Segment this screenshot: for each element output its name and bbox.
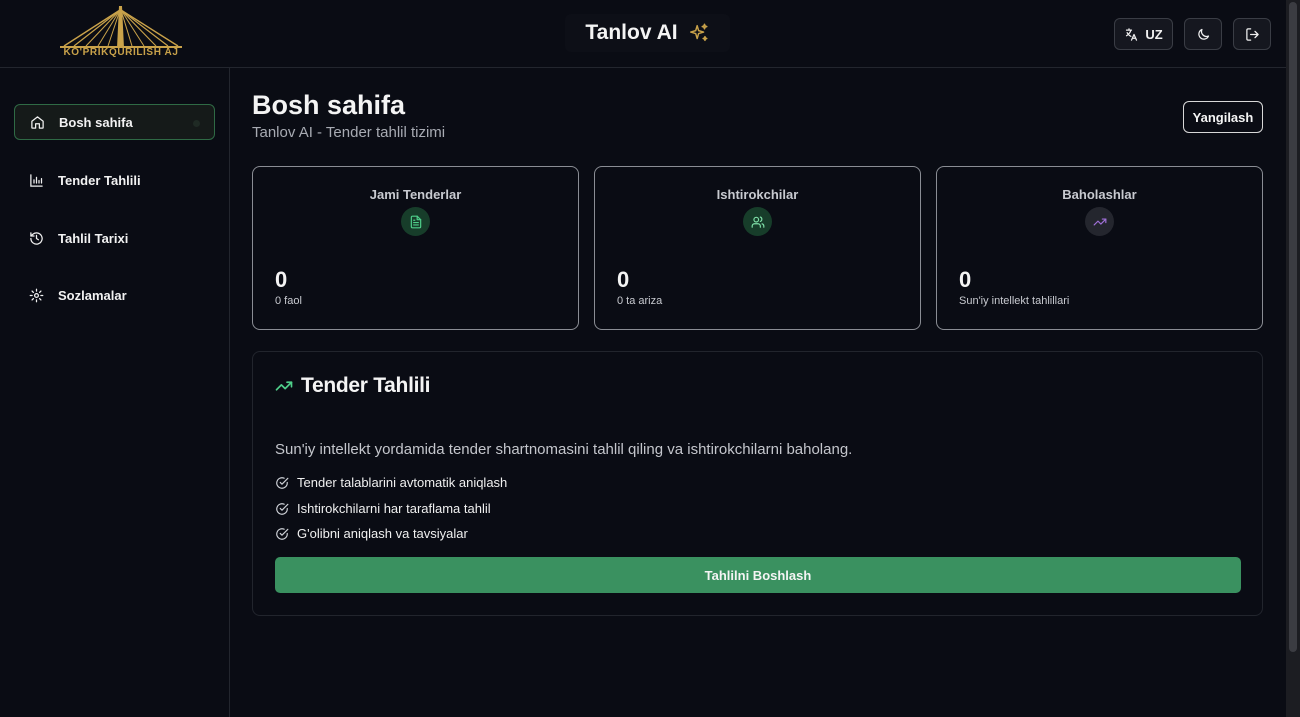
feature-label: G'olibni aniqlash va tavsiyalar [297, 526, 468, 541]
sidebar-item-label: Tahlil Tarixi [58, 230, 129, 246]
language-button[interactable]: UZ [1114, 18, 1173, 50]
tender-analysis-card: Tender Tahlili Sun'iy intellekt yordamid… [252, 351, 1263, 616]
check-circle-icon [276, 527, 289, 540]
feature-item: G'olibni aniqlash va tavsiyalar [275, 526, 468, 541]
bar-chart-icon [30, 173, 43, 187]
stat-card-participants: Ishtirokchilar 0 0 ta ariza [594, 166, 921, 330]
sparkles-icon [689, 23, 708, 42]
feature-label: Ishtirokchilarni har taraflama tahlil [297, 501, 491, 516]
page-scrollbar[interactable] [1286, 0, 1300, 717]
feature-item: Ishtirokchilarni har taraflama tahlil [275, 501, 491, 516]
sidebar-item-tender-analysis[interactable]: Tender Tahlili [14, 162, 215, 198]
users-icon [743, 207, 772, 236]
stat-subtext: 0 ta ariza [617, 295, 663, 307]
sidebar-item-settings[interactable]: Sozlamalar [14, 277, 215, 313]
stat-subtext: 0 faol [275, 295, 302, 307]
scrollbar-thumb[interactable] [1289, 2, 1297, 652]
bridge-logo-icon [60, 6, 182, 48]
refresh-button[interactable]: Yangilash [1183, 101, 1263, 133]
top-header: KO'PRIKQURILISH AJ Tanlov AI UZ [0, 0, 1286, 68]
stat-value: 0 [617, 267, 630, 292]
logout-button[interactable] [1233, 18, 1271, 50]
app-title: Tanlov AI [585, 21, 678, 44]
active-indicator-dot [193, 120, 200, 127]
moon-icon [1197, 28, 1209, 40]
app-title-group: Tanlov AI [565, 14, 730, 52]
home-icon [31, 115, 44, 129]
stat-value: 0 [959, 267, 972, 292]
logo-text: KO'PRIKQURILISH AJ [63, 47, 179, 58]
sidebar-item-label: Tender Tahlili [58, 172, 141, 188]
company-logo[interactable]: KO'PRIKQURILISH AJ [60, 4, 182, 62]
sidebar-item-history[interactable]: Tahlil Tarixi [14, 220, 215, 256]
stat-card-evaluations: Baholashlar 0 Sun'iy intellekt tahlillar… [936, 166, 1263, 330]
stat-value: 0 [275, 267, 288, 292]
analysis-description: Sun'iy intellekt yordamida tender shartn… [275, 441, 853, 458]
analysis-card-title: Tender Tahlili [301, 374, 431, 397]
stat-card-total-tenders: Jami Tenderlar 0 0 faol [252, 166, 579, 330]
sidebar-item-label: Sozlamalar [58, 287, 127, 303]
document-icon [401, 207, 430, 236]
check-circle-icon [276, 502, 289, 515]
logout-icon [1245, 27, 1259, 41]
theme-toggle-button[interactable] [1184, 18, 1222, 50]
sidebar-item-label: Bosh sahifa [59, 114, 133, 130]
language-label: UZ [1145, 26, 1163, 42]
analysis-card-header: Tender Tahlili [275, 374, 431, 398]
start-analysis-button[interactable]: Tahlilni Boshlash [275, 557, 1241, 593]
page-title: Bosh sahifa [252, 90, 406, 120]
feature-item: Tender talablarini avtomatik aniqlash [275, 475, 507, 490]
stat-title: Jami Tenderlar [369, 187, 462, 202]
history-icon [30, 231, 43, 245]
page-subtitle: Tanlov AI - Tender tahlil tizimi [252, 124, 446, 141]
translate-icon [1126, 27, 1138, 41]
trending-up-icon [1085, 207, 1114, 236]
gear-icon [29, 288, 44, 302]
sidebar-item-home[interactable]: Bosh sahifa [14, 104, 215, 140]
sidebar: Bosh sahifa Tender Tahlili Tahlil Tarixi… [0, 68, 230, 717]
check-circle-icon [276, 476, 289, 489]
stat-title: Baholashlar [1062, 187, 1137, 202]
feature-label: Tender talablarini avtomatik aniqlash [297, 475, 508, 490]
stat-subtext: Sun'iy intellekt tahlillari [959, 295, 1070, 307]
trending-up-icon [275, 381, 293, 391]
stat-title: Ishtirokchilar [716, 187, 799, 202]
